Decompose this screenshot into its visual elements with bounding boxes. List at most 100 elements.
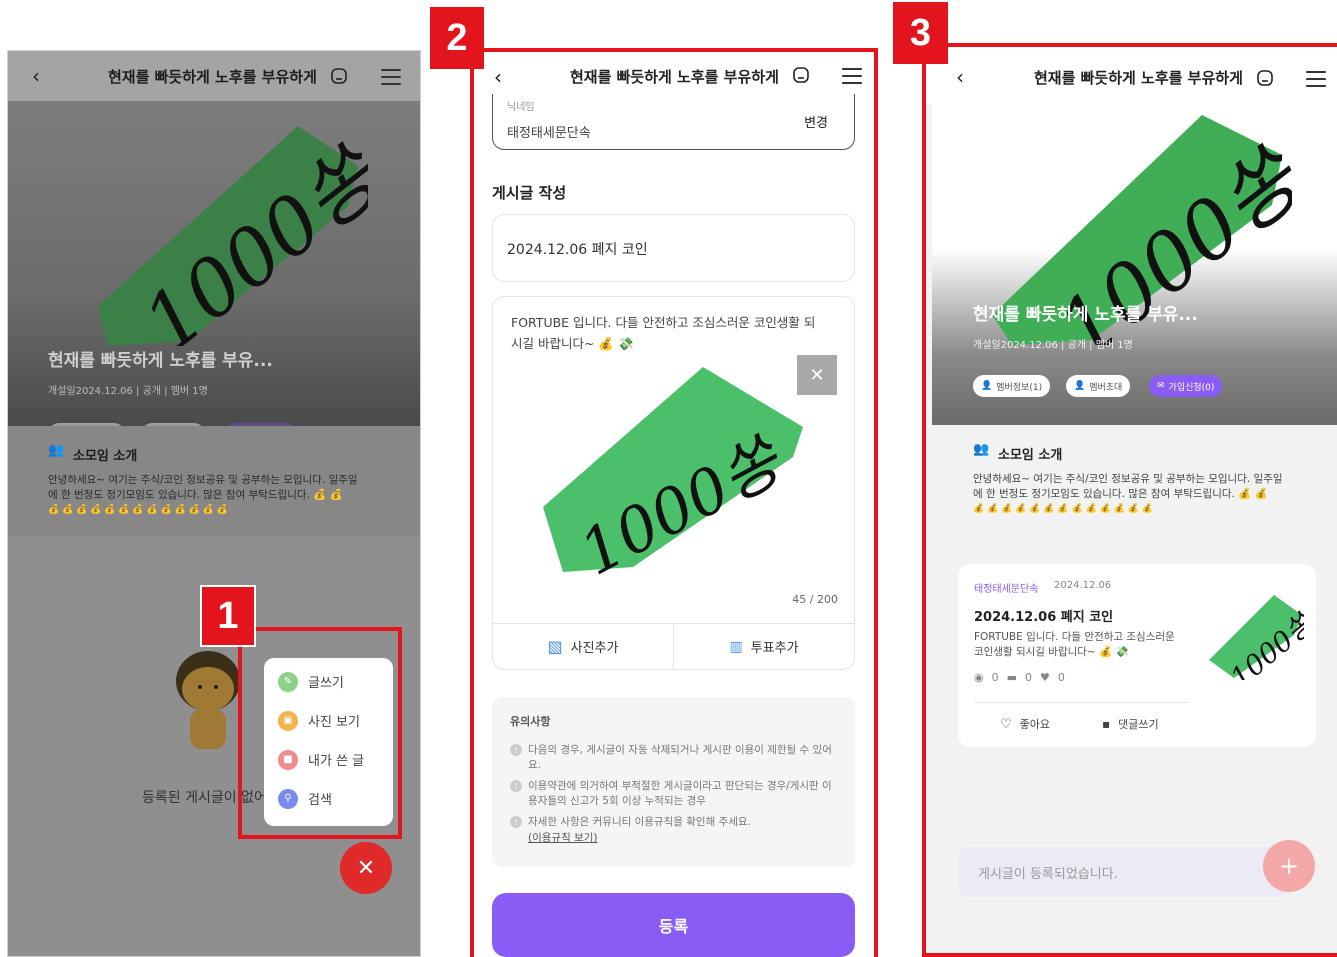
nickname-value: 태정태세문단속 — [507, 126, 591, 141]
people-icon: 👥 — [48, 443, 65, 458]
banner-meta: 개설일2024.12.06 | 공개 | 멤버 1명 — [48, 386, 208, 397]
notice-text-1: 다음의 경우, 게시글이 자동 삭제되거나 게시판 이용이 제한될 수 있어요. — [528, 744, 832, 771]
fab-close-button[interactable]: ✕ — [340, 842, 392, 894]
submit-button[interactable]: 등록 — [492, 893, 855, 957]
comment-button[interactable]: ▪ 댓글쓰기 — [1102, 716, 1159, 732]
chart-icon: ▥ — [729, 638, 743, 655]
intro-desc-1: 안녕하세요~ 여기는 주식/코인 정보공유 및 공부하는 모입니다. 일주일 — [48, 474, 358, 486]
section-title: 게시글 작성 — [492, 184, 567, 202]
post-date: 2024.12.06 — [1054, 580, 1112, 591]
eye-icon: ◉ — [974, 671, 984, 684]
panel-3: ‹ 현재를 빠듯하게 노후를 부유하게 1000쏭 현재를 빠듯하게 노후를 부… — [922, 43, 1337, 957]
highlight-bottom-3 — [922, 953, 1337, 957]
rules-link[interactable]: (이용규칙 보기) — [528, 830, 835, 845]
header-title-2: 현재를 빠듯하게 노후를 부유하게 — [570, 68, 779, 86]
info-icon: ! — [510, 744, 522, 756]
intro-desc-2: 에 한 번정도 정기모임도 있습니다. 많은 참여 부탁드립니다. 💰 💰 — [48, 489, 343, 501]
notice-text-3: 자세한 사항은 커뮤니티 이용규칙을 확인해 주세요. — [528, 816, 751, 828]
banner-title-3: 현재를 빠듯하게 노후를 부유... — [973, 305, 1198, 325]
like-button[interactable]: ♡ 좋아요 — [1000, 716, 1050, 732]
app-header-3: ‹ 현재를 빠듯하게 노후를 부유하게 — [926, 47, 1337, 105]
member-invite-button-3[interactable]: 👤 멤버초대 — [1066, 375, 1131, 397]
likes-count: 0 — [1057, 671, 1065, 684]
add-poll-label: 투표추가 — [750, 641, 799, 656]
notice-text-2: 이용약관에 의거하여 부적절한 게시글이라고 판단되는 경우/게시판 이용자들의… — [528, 780, 832, 807]
post-title-input[interactable]: 2024.12.06 폐지 코인 — [492, 214, 855, 282]
speech-icon: ▪ — [1102, 717, 1111, 731]
member-invite-label-3: 멤버초대 — [1089, 382, 1123, 393]
close-icon: ✕ — [809, 364, 825, 386]
member-info-button-3[interactable]: 👤 멤버정보(1) — [973, 375, 1051, 397]
nickname-change-button[interactable]: 변경 — [804, 112, 828, 131]
intro-desc-3: 💰 💰 💰 💰 💰 💰 💰 💰 💰 💰 💰 💰 💰 — [48, 505, 229, 515]
home-icon-3[interactable] — [1256, 69, 1274, 87]
submit-label: 등록 — [658, 917, 689, 936]
info-icon: ! — [510, 780, 522, 792]
banner-meta-3: 개설일2024.12.06 | 공개 | 멤버 1명 — [973, 340, 1133, 351]
post-body-line-2: 시길 바랍니다~ 💰 💸 — [511, 336, 634, 351]
people-icon: 👥 — [973, 442, 990, 457]
person-icon: 👤 — [981, 381, 993, 391]
intro-title-3: 소모임 소개 — [998, 448, 1063, 463]
mascot-image — [176, 651, 240, 749]
intro-section: 👥 소모임 소개 안녕하세요~ 여기는 주식/코인 정보공유 및 공부하는 모입… — [8, 426, 420, 536]
post-body-box: FORTUBE 입니다. 다들 안전하고 조심스러운 코인생활 되 시길 바랍니… — [492, 296, 855, 670]
join-request-button-3[interactable]: ✉ 가입신청(0) — [1149, 375, 1223, 397]
comments-count: 0 — [1025, 671, 1033, 684]
post-body-2: 코인생활 되시길 바랍니다~ 💰 💸 — [974, 646, 1129, 658]
post-body-line-1[interactable]: FORTUBE 입니다. 다들 안전하고 조심스러운 코인생활 되 — [511, 312, 815, 331]
back-button-2[interactable]: ‹ — [494, 65, 502, 89]
image-icon: ▧ — [547, 637, 563, 656]
banner-title: 현재를 빠듯하게 노후를 부유... — [48, 351, 273, 371]
notice-item-3: ! 자세한 사항은 커뮤니티 이용규칙을 확인해 주세요. — [510, 815, 835, 830]
post-card[interactable]: 태정태세문단속 2024.12.06 2024.12.06 폐지 코인 FORT… — [958, 564, 1316, 747]
add-photo-button[interactable]: ▧ 사진추가 — [493, 624, 674, 669]
group-banner-3: 1000쏭 현재를 빠듯하게 노후를 부유... 개설일2024.12.06 |… — [932, 105, 1337, 425]
menu-icon-3[interactable] — [1306, 71, 1326, 87]
post-title: 2024.12.06 폐지 코인 — [974, 610, 1114, 625]
close-icon: ✕ — [356, 855, 376, 881]
post-stats: ◉ 0 ▬ 0 ♥ 0 — [974, 671, 1065, 684]
join-request-label-3: 가입신청(0) — [1168, 382, 1215, 393]
toast-message: 게시글이 등록되었습니다. — [958, 847, 1288, 897]
remove-image-button[interactable]: ✕ — [797, 355, 837, 395]
notice-box: 유의사항 ! 다음의 경우, 게시글이 자동 삭제되거나 게시판 이용이 제한될 … — [492, 697, 855, 867]
comment-icon: ▬ — [1006, 671, 1018, 684]
home-icon-2[interactable] — [792, 66, 810, 84]
post-actions: ▧ 사진추가 ▥ 투표추가 — [493, 623, 854, 669]
back-button-3[interactable]: ‹ — [956, 65, 964, 89]
heart-icon: ♥ — [1040, 671, 1050, 684]
intro-section-3: 👥 소모임 소개 안녕하세요~ 여기는 주식/코인 정보공유 및 공부하는 모입… — [932, 425, 1337, 535]
stamp-text: 1000쏭 — [128, 129, 368, 346]
app-header: ‹ 현재를 빠듯하게 노후를 부유하게 — [8, 51, 420, 101]
add-poll-button[interactable]: ▥ 투표추가 — [674, 624, 854, 669]
nickname-field[interactable]: 닉네임 태정태세문단속 변경 — [492, 94, 855, 150]
back-button[interactable]: ‹ — [32, 64, 40, 88]
home-icon[interactable] — [330, 67, 348, 85]
panel-2: ‹ 현재를 빠듯하게 노후를 부유하게 닉네임 태정태세문단속 변경 게시글 작… — [470, 48, 878, 957]
highlight-box-1 — [238, 627, 402, 839]
step-badge-2: 2 — [430, 7, 484, 69]
add-photo-label: 사진추가 — [570, 641, 619, 656]
notice-item-1: ! 다음의 경우, 게시글이 자동 삭제되거나 게시판 이용이 제한될 수 있어요… — [510, 743, 835, 773]
views-count: 0 — [991, 671, 999, 684]
notice-item-2: ! 이용약관에 의거하여 부적절한 게시글이라고 판단되는 경우/게시판 이용자들… — [510, 779, 835, 809]
attached-image: 1000쏭 — [543, 367, 803, 577]
char-count: 45 / 200 — [792, 593, 838, 606]
post-body-1: FORTUBE 입니다. 다들 안전하고 조심스러운 — [974, 631, 1175, 643]
post-divider — [974, 702, 1190, 703]
toast-text: 게시글이 등록되었습니다. — [978, 866, 1118, 882]
intro-desc-3-3: 💰 💰 💰 💰 💰 💰 💰 💰 💰 💰 💰 💰 💰 — [973, 504, 1154, 514]
info-icon: ! — [510, 816, 522, 828]
intro-title: 소모임 소개 — [73, 449, 138, 464]
header-title: 현재를 빠듯하게 노후를 부유하게 — [108, 67, 317, 86]
comment-label: 댓글쓰기 — [1118, 718, 1159, 731]
menu-icon[interactable] — [381, 69, 401, 85]
step-badge-1: 1 — [200, 585, 256, 647]
menu-icon-2[interactable] — [842, 68, 862, 84]
fab-plus-button[interactable]: + — [1263, 840, 1315, 892]
intro-desc-3-2: 에 한 번정도 정기모임도 있습니다. 많은 참여 부탁드립니다. 💰 💰 — [973, 488, 1268, 500]
step-badge-3: 3 — [893, 2, 948, 64]
group-banner: 1000쏭 현재를 빠듯하게 노후를 부유... 개설일2024.12.06 |… — [8, 101, 420, 445]
plus-icon: + — [1278, 852, 1300, 880]
